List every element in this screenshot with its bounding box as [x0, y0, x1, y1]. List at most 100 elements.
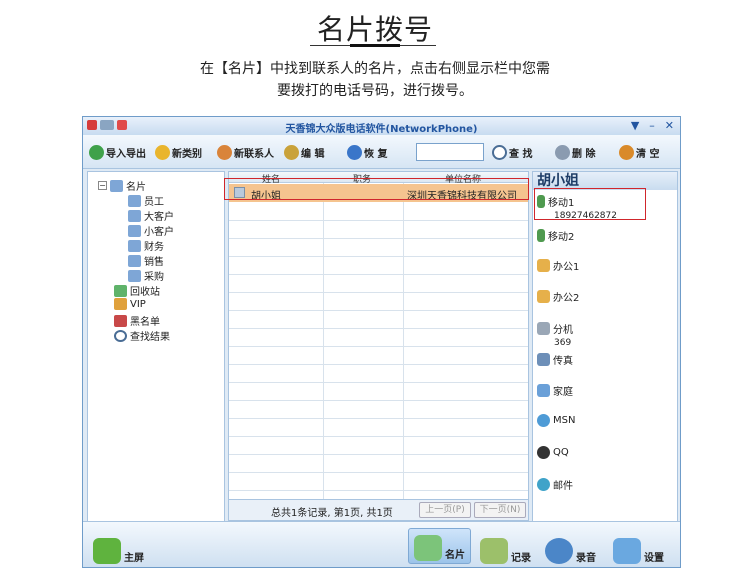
extension-number[interactable]: 369: [554, 338, 571, 348]
tree-item-label: 小客户: [144, 227, 174, 238]
contact-qq[interactable]: QQ: [537, 446, 569, 459]
contact-msn[interactable]: MSN: [537, 414, 575, 427]
magnifier-icon: [492, 144, 507, 160]
trash-icon: [619, 144, 634, 160]
phone-office1[interactable]: 办公1: [537, 258, 579, 273]
find-button[interactable]: 查 找: [492, 143, 532, 161]
delete-label: 删 除: [572, 148, 596, 160]
tree-item-major-clients[interactable]: 大客户: [128, 208, 174, 223]
nav-records[interactable]: 记录: [480, 528, 531, 564]
import-export-label: 导入导出: [106, 148, 146, 160]
tree-root-cards[interactable]: − 名片: [98, 178, 146, 193]
phone-home[interactable]: 家庭: [537, 383, 573, 398]
nav-recording[interactable]: 录音: [545, 528, 596, 564]
contact-label: MSN: [553, 415, 576, 426]
tree-item-label: 采购: [144, 272, 164, 283]
records-icon: [480, 538, 508, 564]
phone-fax[interactable]: 传真: [537, 352, 573, 367]
edit-button[interactable]: 编 辑: [284, 143, 324, 161]
phone-label: 传真: [553, 356, 573, 367]
delete-button[interactable]: 删 除: [555, 143, 595, 161]
group-icon: [128, 269, 141, 282]
close-icon[interactable]: ✕: [665, 119, 674, 132]
clear-button[interactable]: 清 空: [619, 143, 659, 161]
search-input[interactable]: [416, 143, 484, 161]
nav-label: 主屏: [124, 553, 144, 564]
qq-icon: [537, 446, 550, 459]
new-contact-button[interactable]: 新联系人: [217, 143, 274, 161]
grid-rule: [229, 436, 528, 437]
vip-icon: [114, 298, 127, 310]
tree-item-recycle-bin[interactable]: 回收站: [114, 283, 160, 298]
add-contact-icon: [217, 144, 232, 160]
prev-page-button[interactable]: 上一页(P): [419, 502, 471, 518]
recycle-bin-icon: [114, 284, 127, 297]
tree-item-label: 黑名单: [130, 317, 160, 328]
page-title: 名片拨号: [316, 13, 433, 46]
phone-label: 移动2: [548, 232, 575, 243]
highlight-contact-row: [224, 178, 529, 200]
contact-email[interactable]: 邮件: [537, 477, 573, 492]
import-export-icon: [89, 144, 104, 160]
msn-icon: [537, 414, 550, 427]
grid-rule: [229, 364, 528, 365]
blacklist-icon: [114, 314, 127, 327]
nav-label: 录音: [576, 553, 596, 564]
fax-icon: [537, 353, 550, 366]
nav-settings[interactable]: 设置: [613, 528, 664, 564]
highlight-phone-number: [534, 188, 646, 220]
restore-label: 恢 复: [364, 148, 388, 160]
grid-rule: [229, 274, 528, 275]
tree-item-finance[interactable]: 财务: [128, 238, 164, 253]
record-summary: 总共1条记录, 第1页, 共1页: [271, 508, 393, 519]
collapse-icon[interactable]: −: [98, 181, 107, 190]
contact-detail-panel: 胡小姐 移动1 18927462872 移动2 办公1 办公2 分机 369 传…: [532, 171, 678, 565]
title-underline-accent: [350, 44, 400, 47]
grid-rule: [229, 454, 528, 455]
tree-item-label: 回收站: [130, 287, 160, 298]
email-icon: [537, 478, 550, 491]
tree-item-blacklist[interactable]: 黑名单: [114, 313, 160, 328]
delete-icon: [555, 144, 570, 160]
nav-home[interactable]: 主屏: [93, 528, 144, 564]
nav-cards[interactable]: 名片: [408, 528, 471, 564]
group-icon: [128, 254, 141, 267]
clear-label: 清 空: [636, 148, 660, 160]
tree-root-label: 名片: [126, 182, 146, 193]
phone-office2[interactable]: 办公2: [537, 289, 579, 304]
phone-label: 分机: [553, 325, 573, 336]
phone-extension[interactable]: 分机: [537, 321, 573, 336]
category-tree: − 名片 员工 大客户 小客户 财务 销售 采购 回收站 VIP 黑名单 查找结…: [87, 171, 225, 565]
new-category-button[interactable]: 新类别: [155, 143, 202, 161]
grid-rule: [229, 400, 528, 401]
window-title: 天香锦大众版电话软件(NetworkPhone): [285, 124, 478, 135]
restore-button[interactable]: 恢 复: [347, 143, 387, 161]
tree-item-label: 大客户: [144, 212, 174, 223]
tree-item-vip[interactable]: VIP: [114, 298, 146, 310]
find-label: 查 找: [509, 148, 533, 160]
tree-item-label: 查找结果: [130, 332, 170, 343]
bottom-nav: 主屏 名片 记录 录音 设置: [83, 521, 680, 567]
pencil-icon: [284, 144, 299, 160]
dropdown-icon[interactable]: ▼: [631, 119, 639, 132]
phone-label: 办公2: [553, 293, 580, 304]
mobile-phone-icon: [537, 229, 545, 242]
grid-rule: [229, 238, 528, 239]
tree-item-staff[interactable]: 员工: [128, 193, 164, 208]
office-phone-icon: [537, 290, 550, 303]
tree-item-search-results[interactable]: 查找结果: [114, 328, 170, 343]
tree-item-purchasing[interactable]: 采购: [128, 268, 164, 283]
import-export-button[interactable]: 导入导出: [89, 143, 146, 161]
magnifier-icon: [114, 329, 127, 342]
phone-mobile2[interactable]: 移动2: [537, 228, 574, 243]
grid-rule: [229, 472, 528, 473]
minimize-icon[interactable]: –: [649, 119, 655, 132]
group-icon: [128, 209, 141, 222]
restore-icon: [347, 144, 362, 160]
office-phone-icon: [537, 259, 550, 272]
contact-grid: 姓名 职务 单位名称 胡小姐 深圳天香锦科技有限公司: [228, 171, 529, 521]
tree-item-sales[interactable]: 销售: [128, 253, 164, 268]
tree-item-label: 销售: [144, 257, 164, 268]
tree-item-small-clients[interactable]: 小客户: [128, 223, 174, 238]
next-page-button[interactable]: 下一页(N): [474, 502, 526, 518]
